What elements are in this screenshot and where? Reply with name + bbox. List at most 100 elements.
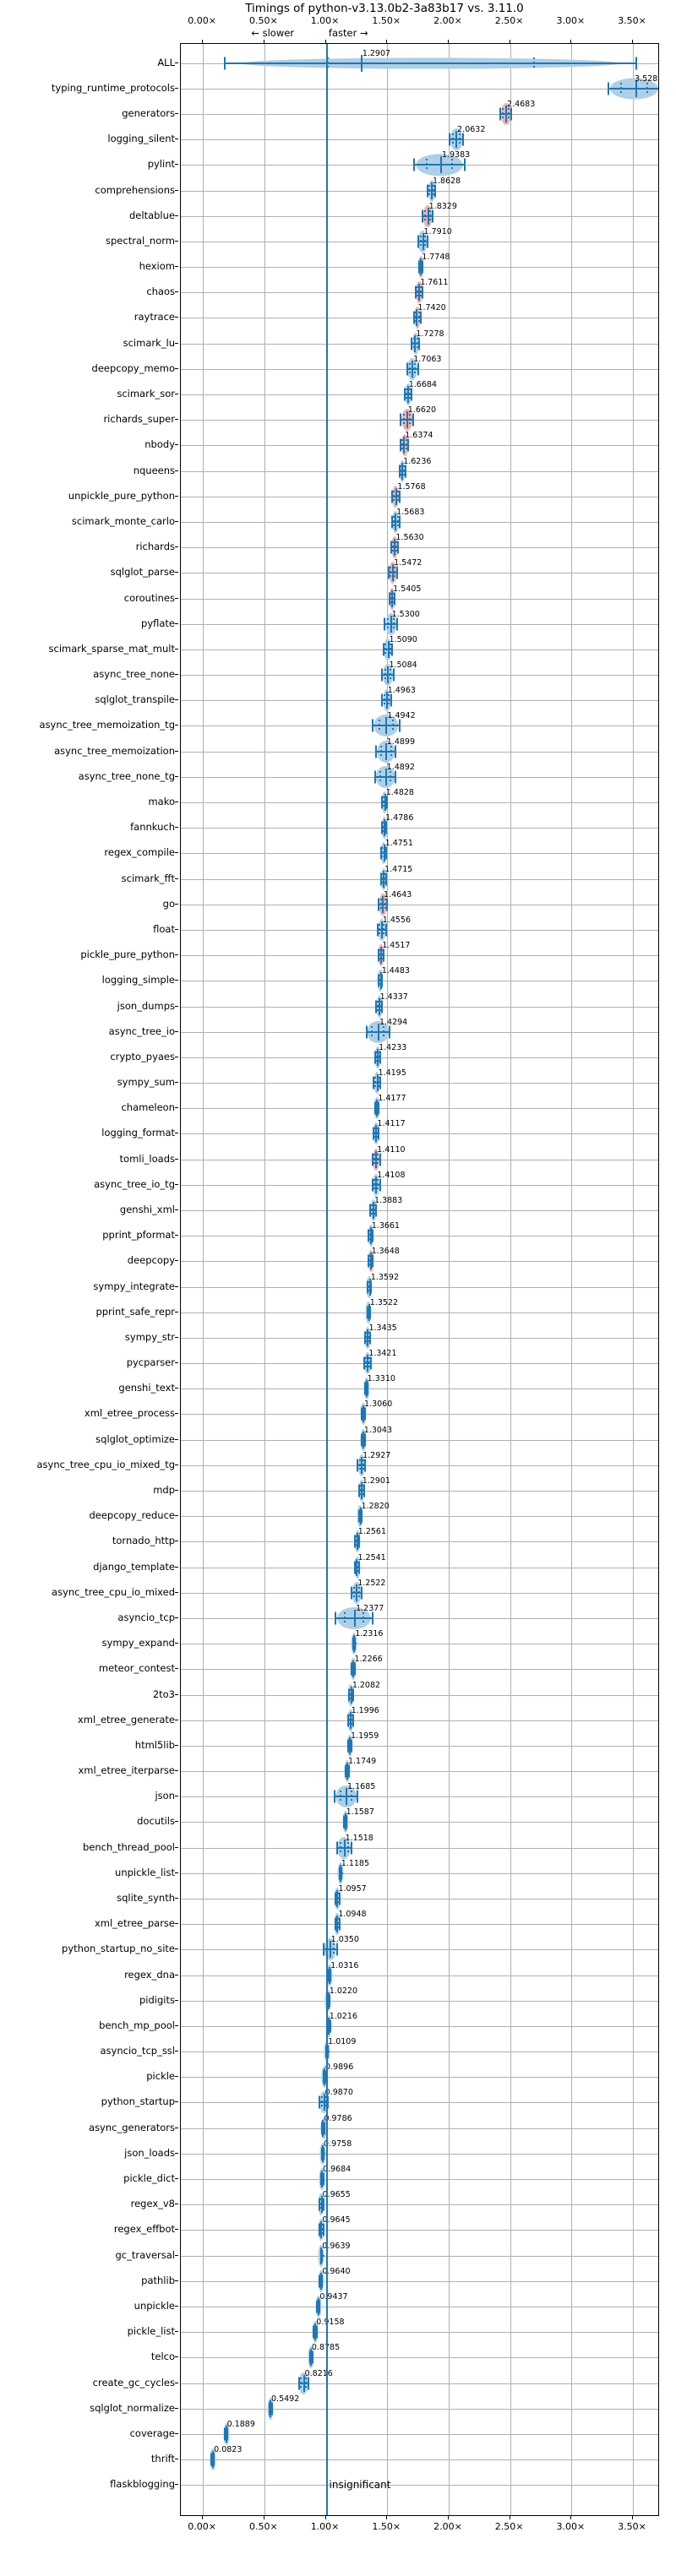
y-axis-tick xyxy=(175,2305,178,2307)
y-axis-tick xyxy=(175,1744,178,1746)
value-label: 1.4294 xyxy=(379,1017,408,1027)
y-axis-label-async-tree-cpu-io-mixed: async_tree_cpu_io_mixed xyxy=(52,1585,175,1598)
benchmark-row: 1.4892 xyxy=(181,763,658,790)
benchmark-comparison-chart: Timings of python-v3.13.0b2-3a83b17 vs. … xyxy=(0,0,676,2576)
value-label: 1.6374 xyxy=(405,431,433,441)
quartile-marker xyxy=(384,898,386,910)
y-axis-tick xyxy=(175,2254,178,2256)
y-axis-tick xyxy=(175,342,178,344)
y-axis-label-python-startup: python_startup xyxy=(101,2095,175,2108)
quartile-marker xyxy=(383,1025,385,1038)
value-label: 1.1996 xyxy=(351,1705,379,1715)
value-label: 3.5289 xyxy=(635,73,658,84)
x-axis-tick-label: 0.00× xyxy=(188,15,217,26)
y-axis-label-logging-silent: logging_silent xyxy=(107,133,175,145)
y-axis-tick xyxy=(175,546,178,548)
y-axis-label-deepcopy-memo: deepcopy_memo xyxy=(91,361,175,374)
benchmark-row: 1.1996 xyxy=(181,1705,658,1733)
whisker-cap xyxy=(462,133,465,146)
whisker-cap xyxy=(322,1943,324,1956)
y-axis-label-async-tree-memoization-tg: async_tree_memoization_tg xyxy=(39,719,175,731)
benchmark-row: 0.5492 xyxy=(181,2394,658,2421)
y-axis-tick xyxy=(175,674,178,676)
x-axis-tick-label: 2.00× xyxy=(433,15,462,26)
quartile-marker xyxy=(429,209,432,222)
benchmark-row: 1.4942 xyxy=(181,711,658,738)
whisker-cap xyxy=(351,1841,353,1855)
y-axis-tick xyxy=(175,1030,178,1032)
value-label: 0.0823 xyxy=(214,2445,243,2455)
y-axis-tick xyxy=(175,928,178,930)
benchmark-row: 1.4233 xyxy=(181,1042,658,1070)
value-label: 1.2377 xyxy=(356,1603,384,1613)
value-label: 1.2901 xyxy=(362,1475,390,1486)
y-axis-label-pickle: pickle xyxy=(146,2070,175,2083)
whisker-cap xyxy=(379,1178,381,1192)
value-label: 1.4233 xyxy=(379,1042,407,1052)
x-axis-tick-mark xyxy=(632,2516,633,2519)
x-axis-tick-label: 1.50× xyxy=(372,2521,401,2532)
y-axis-label-coroutines: coroutines xyxy=(123,591,175,604)
value-label: 1.5090 xyxy=(389,634,417,644)
y-axis-label-create-gc-cycles: create_gc_cycles xyxy=(92,2376,175,2389)
value-label: 1.3060 xyxy=(364,1399,393,1410)
y-axis-label-pylint: pylint xyxy=(147,158,175,171)
y-axis-label-logging-format: logging_format xyxy=(101,1127,175,1139)
y-axis-tick xyxy=(175,215,178,216)
whisker-cap xyxy=(373,770,376,784)
y-axis-tick xyxy=(175,699,178,701)
benchmark-row: 1.5084 xyxy=(181,660,658,687)
whisker-cap xyxy=(224,57,226,70)
value-label: 1.2907 xyxy=(362,48,391,58)
benchmark-row: 1.1749 xyxy=(181,1757,658,1784)
y-axis-label-bench-thread-pool: bench_thread_pool xyxy=(82,1840,175,1853)
whisker-cap xyxy=(635,57,638,70)
value-label: 1.4117 xyxy=(377,1119,406,1129)
y-axis-label-thrift: thrift xyxy=(150,2453,175,2465)
quartile-marker xyxy=(390,770,392,783)
whisker-cap xyxy=(391,643,394,656)
value-label: 1.4177 xyxy=(378,1094,406,1104)
y-axis-tick xyxy=(175,189,178,191)
value-label: 1.5084 xyxy=(389,660,417,671)
quartile-marker xyxy=(396,515,399,528)
benchmark-row: 1.3435 xyxy=(181,1323,658,1350)
value-label: 1.0216 xyxy=(329,2011,357,2021)
benchmark-row: 1.4751 xyxy=(181,839,658,866)
whisker-line xyxy=(608,87,658,90)
benchmark-row: 0.0823 xyxy=(181,2445,658,2472)
quartile-marker xyxy=(379,745,382,758)
benchmark-row: 1.1685 xyxy=(181,1782,658,1809)
benchmark-row: 1.5768 xyxy=(181,482,658,509)
value-label: 1.7611 xyxy=(420,278,449,288)
benchmark-row: 1.6374 xyxy=(181,431,658,458)
whisker-cap xyxy=(381,668,384,682)
y-axis-tick xyxy=(175,1336,178,1338)
whisker-cap xyxy=(398,515,401,529)
whisker-cap xyxy=(360,1586,363,1600)
whisker-cap xyxy=(390,693,392,707)
value-label: 1.3522 xyxy=(369,1297,398,1307)
y-axis-label-meteor-contest: meteor_contest xyxy=(98,1662,175,1675)
y-axis-labels: ALL typing_runtime_protocols generators log… xyxy=(0,0,175,2576)
y-axis-tick xyxy=(175,1107,178,1109)
quartile-marker xyxy=(424,235,427,247)
benchmark-row: 1.3043 xyxy=(181,1426,658,1453)
y-axis-label-genshi-text: genshi_text xyxy=(118,1382,175,1394)
y-axis-label-2to3: 2to3 xyxy=(152,1687,175,1700)
y-axis-label-regex-compile: regex_compile xyxy=(104,846,175,859)
value-label: 1.1518 xyxy=(345,1833,373,1843)
value-label: 0.9437 xyxy=(319,2291,348,2302)
quartile-marker xyxy=(419,235,422,247)
y-axis-tick xyxy=(175,2432,178,2434)
quartile-marker xyxy=(384,643,387,655)
y-axis-label-async-tree-cpu-io-mixed-tg: async_tree_cpu_io_mixed_tg xyxy=(36,1458,175,1470)
whisker-cap xyxy=(411,388,413,401)
y-axis-label-pickle-pure-python: pickle_pure_python xyxy=(80,948,175,961)
benchmark-row: 1.0316 xyxy=(181,1960,658,1988)
quartile-marker xyxy=(305,2377,308,2389)
quartile-marker xyxy=(416,337,418,350)
value-label: 0.5492 xyxy=(271,2394,300,2404)
value-label: 1.0316 xyxy=(330,1960,359,1970)
x-axis-tick-label: 2.00× xyxy=(433,2521,462,2532)
